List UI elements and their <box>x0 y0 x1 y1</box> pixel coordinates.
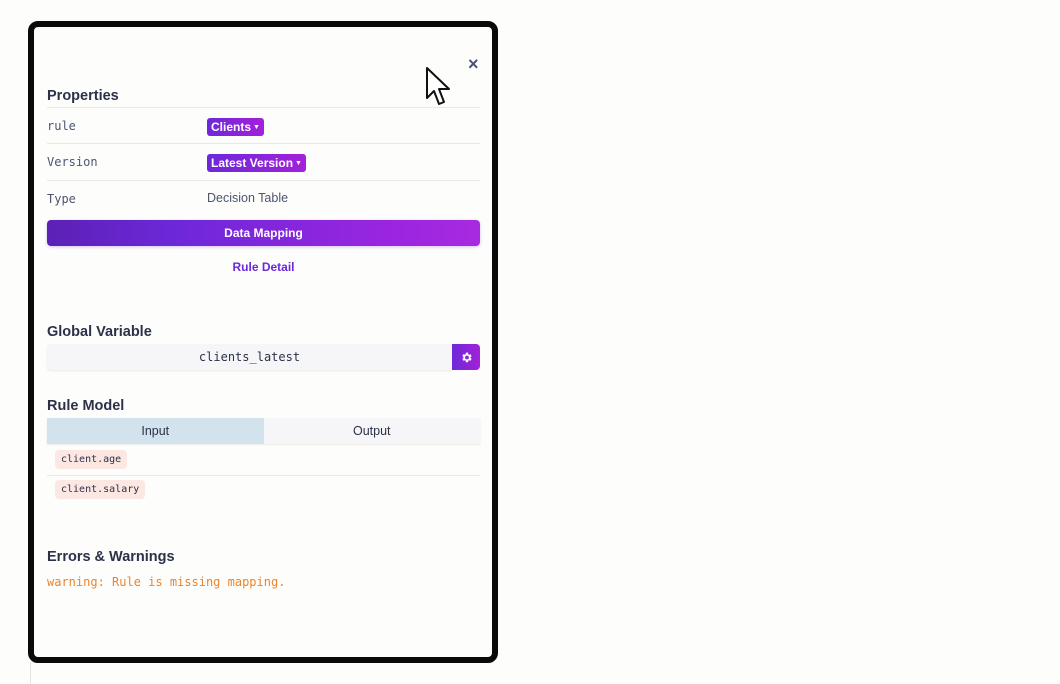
global-variable-settings-button[interactable] <box>452 344 480 370</box>
input-variable-chip: client.age <box>55 450 128 469</box>
rule-model-title: Rule Model <box>47 398 125 414</box>
divider <box>47 180 480 181</box>
chevron-down-icon: ▼ <box>253 124 260 131</box>
chevron-down-icon: ▼ <box>295 160 302 167</box>
global-variable-title: Global Variable <box>47 324 152 340</box>
global-variable-field[interactable]: clients_latest <box>47 344 452 370</box>
version-dropdown[interactable]: Latest Version ▼ <box>207 154 306 172</box>
divider <box>30 663 31 684</box>
mouse-pointer-icon <box>426 67 450 105</box>
rule-dropdown-value: Clients <box>211 120 252 134</box>
properties-title: Properties <box>47 88 119 104</box>
tab-output[interactable]: Output <box>263 418 480 444</box>
divider <box>47 475 480 476</box>
rule-dropdown[interactable]: Clients ▼ <box>207 118 264 136</box>
version-dropdown-value: Latest Version <box>211 156 294 170</box>
version-label: Version <box>47 155 98 169</box>
close-icon[interactable]: × <box>468 55 479 73</box>
type-value: Decision Table <box>207 191 289 205</box>
data-mapping-button[interactable]: Data Mapping <box>47 220 480 246</box>
divider <box>47 143 480 144</box>
gear-icon <box>461 352 472 362</box>
tab-input[interactable]: Input <box>47 418 264 444</box>
properties-panel: × Properties rule Clients ▼ Version Lates… <box>28 21 498 663</box>
rule-label: rule <box>47 119 76 133</box>
rule-detail-link[interactable]: Rule Detail <box>47 260 480 274</box>
warning-message: warning: Rule is missing mapping. <box>47 575 286 589</box>
divider <box>47 107 480 108</box>
type-label: Type <box>47 192 76 206</box>
input-variable-chip: client.salary <box>55 480 146 499</box>
rule-model-tabs: Input Output <box>47 418 480 444</box>
errors-warnings-title: Errors & Warnings <box>47 549 175 565</box>
